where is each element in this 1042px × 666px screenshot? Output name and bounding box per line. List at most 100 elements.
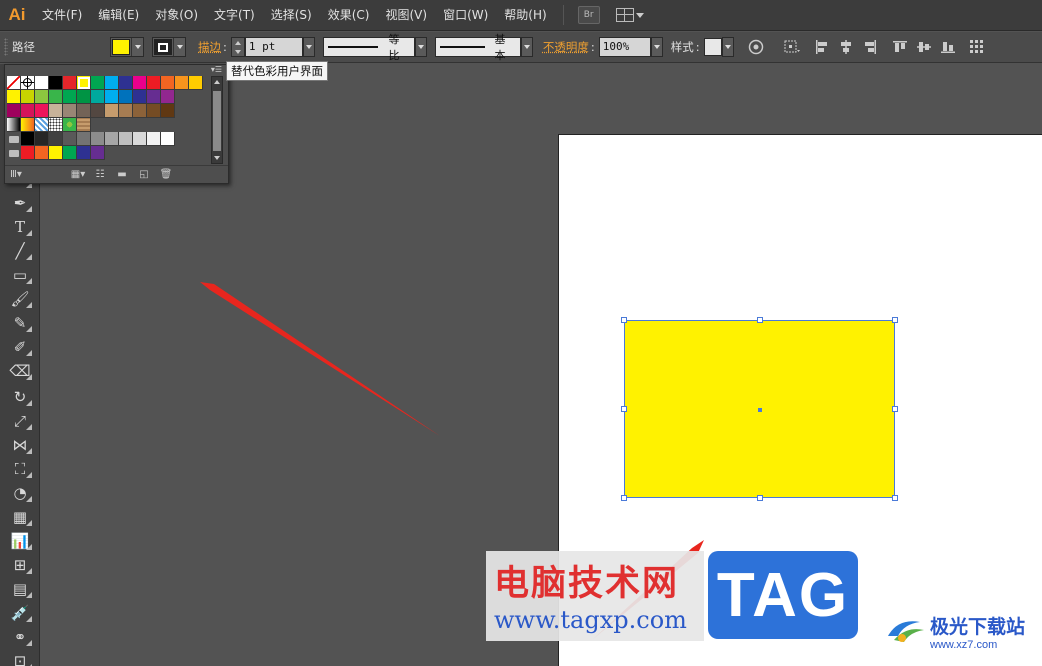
swatch-options-icon[interactable]: ☷: [89, 167, 111, 183]
swatch[interactable]: [63, 90, 77, 104]
swatch[interactable]: [105, 104, 119, 118]
swatch[interactable]: [91, 132, 105, 146]
swatch[interactable]: [147, 104, 161, 118]
swatch[interactable]: [21, 118, 35, 132]
scroll-up-icon[interactable]: [214, 80, 220, 84]
swatch[interactable]: [91, 104, 105, 118]
swatch[interactable]: [63, 146, 77, 160]
free-transform-tool-icon[interactable]: ⛶: [8, 458, 32, 480]
swatch[interactable]: [161, 90, 175, 104]
swatch-libraries-icon[interactable]: Ⅲ▾: [5, 167, 27, 183]
swatch[interactable]: [35, 104, 49, 118]
scale-tool-icon[interactable]: ⤢: [8, 410, 32, 432]
swatch[interactable]: [49, 132, 63, 146]
swatch[interactable]: [161, 76, 175, 90]
swatch[interactable]: [63, 118, 77, 132]
swatch[interactable]: [7, 90, 21, 104]
pencil-tool-icon[interactable]: ✎: [8, 312, 32, 334]
symbol-sprayer-tool-icon[interactable]: ⊡: [8, 650, 32, 666]
swatch[interactable]: [91, 146, 105, 160]
scroll-down-icon[interactable]: [214, 156, 220, 160]
swatch[interactable]: [21, 146, 35, 160]
swatch[interactable]: [147, 132, 161, 146]
column-graph-tool-icon[interactable]: 📊: [8, 530, 32, 552]
swatch[interactable]: [147, 90, 161, 104]
swatch[interactable]: [49, 76, 63, 90]
swatch[interactable]: [7, 118, 21, 132]
swatch[interactable]: [105, 76, 119, 90]
gradient-tool-icon[interactable]: ▤: [8, 578, 32, 600]
swatch[interactable]: [49, 90, 63, 104]
new-color-group-icon[interactable]: ▬: [111, 167, 133, 183]
swatch[interactable]: [119, 90, 133, 104]
shape-builder-tool-icon[interactable]: ◔: [8, 482, 32, 504]
swatch[interactable]: [77, 90, 91, 104]
swatch[interactable]: [147, 76, 161, 90]
swatch[interactable]: [161, 104, 175, 118]
swatch[interactable]: [175, 76, 189, 90]
watermark-site-url: www.tagxp.com: [494, 606, 687, 634]
swatch-row: [7, 132, 209, 146]
mesh-tool-icon[interactable]: ⊞: [8, 554, 32, 576]
swatch[interactable]: [35, 146, 49, 160]
swatch[interactable]: [35, 90, 49, 104]
rectangle-tool-icon[interactable]: ▭: [8, 264, 32, 286]
swatch[interactable]: [105, 90, 119, 104]
width-tool-icon[interactable]: ⋈: [8, 434, 32, 456]
swatch[interactable]: [133, 104, 147, 118]
blob-brush-tool-icon[interactable]: ✐: [8, 336, 32, 358]
swatch[interactable]: [49, 118, 63, 132]
swatch[interactable]: [63, 104, 77, 118]
swatch[interactable]: [21, 132, 35, 146]
swatch[interactable]: [119, 132, 133, 146]
swatch[interactable]: [119, 76, 133, 90]
swatch[interactable]: [49, 146, 63, 160]
swatch-registration[interactable]: [21, 76, 35, 90]
watermark-tag-logo: TAG: [708, 551, 858, 639]
swatch[interactable]: [161, 132, 175, 146]
swatch-none[interactable]: [7, 76, 21, 90]
blend-tool-icon[interactable]: ⚭: [8, 626, 32, 648]
type-tool-icon[interactable]: T: [8, 216, 32, 238]
perspective-grid-tool-icon[interactable]: ▦: [8, 506, 32, 528]
swatch[interactable]: [105, 132, 119, 146]
swatch[interactable]: [119, 104, 133, 118]
swatch-scrollbar[interactable]: [211, 76, 223, 164]
swatch[interactable]: [133, 132, 147, 146]
swatch[interactable]: [91, 76, 105, 90]
pen-tool-icon[interactable]: ✒: [8, 192, 32, 214]
scroll-thumb[interactable]: [213, 91, 221, 151]
swatch[interactable]: [189, 76, 203, 90]
swatch[interactable]: [77, 146, 91, 160]
swatch[interactable]: [35, 118, 49, 132]
swatch[interactable]: [35, 76, 49, 90]
panel-menu-icon[interactable]: ▾☰: [211, 65, 222, 74]
eraser-tool-icon[interactable]: ⌫: [8, 360, 32, 382]
swatch[interactable]: [21, 90, 35, 104]
swatch[interactable]: [77, 132, 91, 146]
swatch[interactable]: [77, 118, 91, 132]
swatch[interactable]: [35, 132, 49, 146]
paintbrush-tool-icon[interactable]: 🖌: [8, 288, 32, 310]
line-segment-tool-icon[interactable]: ╱: [8, 240, 32, 262]
swatch[interactable]: [133, 90, 147, 104]
swatch[interactable]: [63, 132, 77, 146]
swatch-selected[interactable]: [77, 76, 91, 90]
rotate-tool-icon[interactable]: ↻: [8, 386, 32, 408]
show-swatch-kinds-icon[interactable]: ▦▾: [67, 167, 89, 183]
eyedropper-tool-icon[interactable]: 💉: [8, 602, 32, 624]
jiguang-logo-icon: [888, 621, 924, 642]
swatch[interactable]: [63, 76, 77, 90]
new-swatch-icon[interactable]: ◱: [133, 167, 155, 183]
swatch[interactable]: [77, 104, 91, 118]
swatch-tooltip: 替代色彩用户界面: [226, 61, 328, 81]
swatch[interactable]: [7, 104, 21, 118]
swatch[interactable]: [21, 104, 35, 118]
delete-swatch-icon[interactable]: 🗑: [155, 167, 177, 183]
color-group-folder-icon[interactable]: [7, 132, 21, 146]
swatch-grid: [7, 76, 209, 160]
swatch[interactable]: [91, 90, 105, 104]
color-group-folder-icon[interactable]: [7, 146, 21, 160]
swatch[interactable]: [133, 76, 147, 90]
swatch[interactable]: [49, 104, 63, 118]
